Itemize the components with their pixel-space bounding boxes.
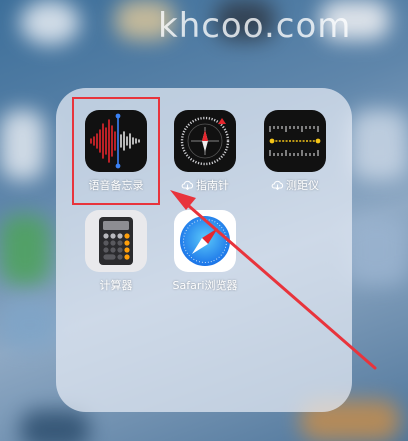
annotation-arrow	[170, 190, 377, 370]
